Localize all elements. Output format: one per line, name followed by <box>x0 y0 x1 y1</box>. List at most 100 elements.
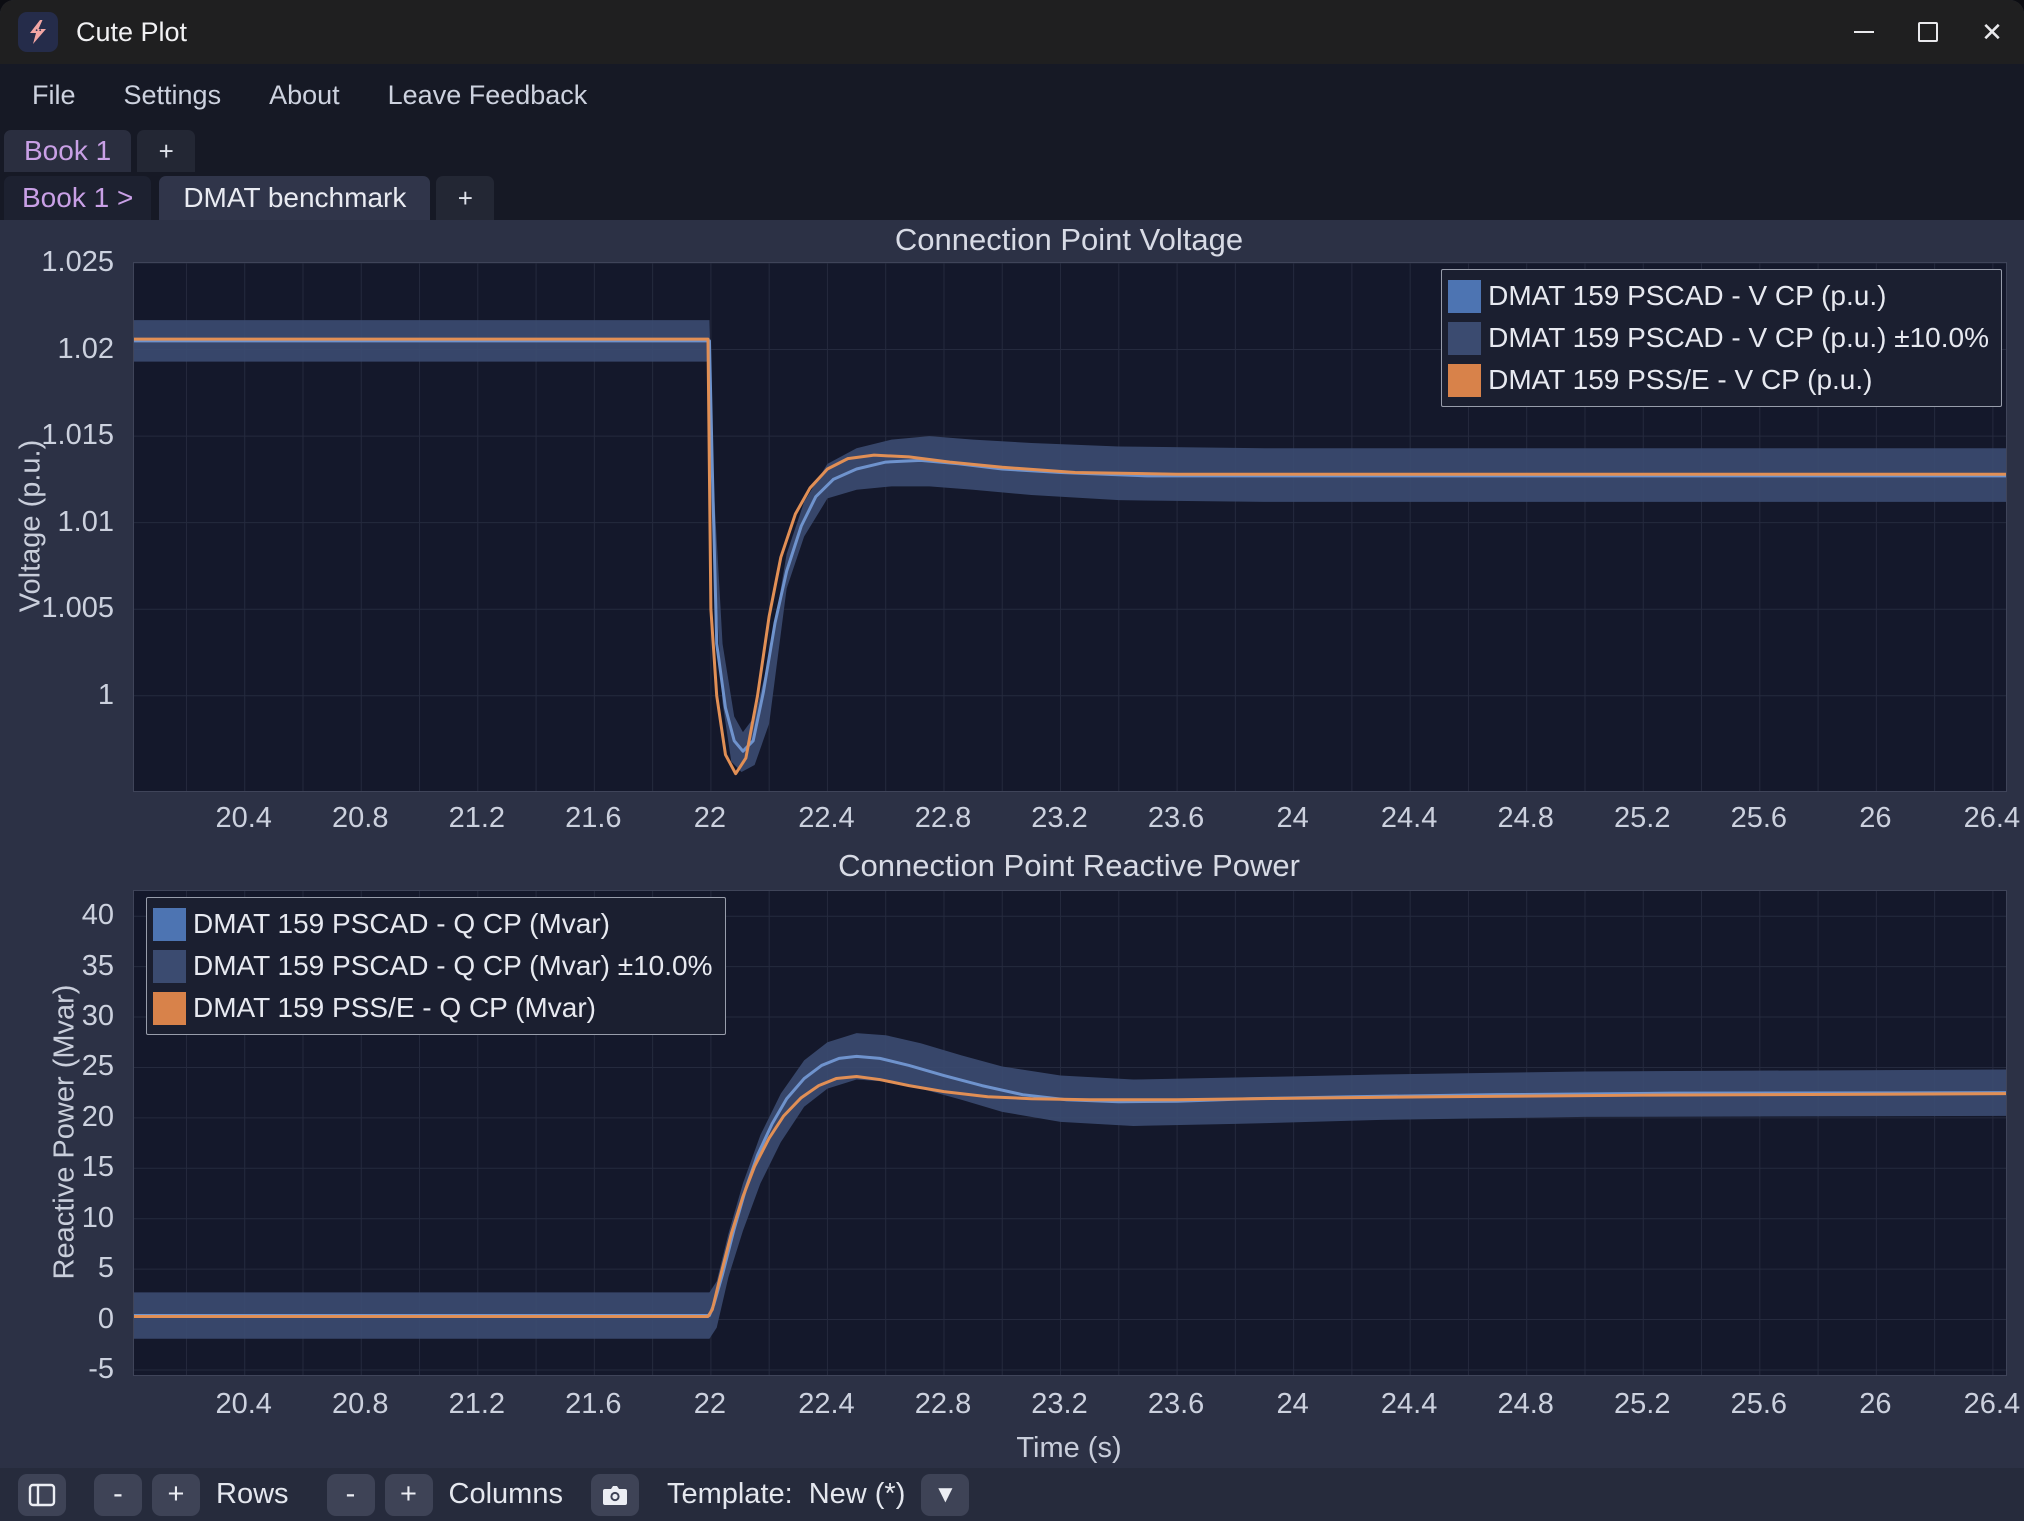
add-row-button[interactable]: + <box>152 1474 200 1516</box>
x-tick-label: 24 <box>1276 802 1308 835</box>
x-tick-label: 22.8 <box>915 1388 971 1421</box>
y-tick-label: 10 <box>0 1201 114 1235</box>
book-tab-bar: Book 1 + <box>0 126 2024 172</box>
legend-swatch <box>153 950 186 983</box>
maximize-icon <box>1918 22 1938 42</box>
minimize-button[interactable] <box>1832 0 1896 64</box>
legend: DMAT 159 PSCAD - V CP (p.u.) DMAT 159 PSC… <box>1441 269 2002 407</box>
legend-entry[interactable]: DMAT 159 PSCAD - V CP (p.u.) <box>1448 275 1989 317</box>
x-tick-label: 25.6 <box>1731 802 1787 835</box>
x-tick-label: 25.2 <box>1614 1388 1670 1421</box>
close-button[interactable]: ✕ <box>1960 0 2024 64</box>
legend-entry[interactable]: DMAT 159 PSCAD - Q CP (Mvar) <box>153 903 713 945</box>
breadcrumb[interactable]: Book 1 > <box>4 176 151 220</box>
tolerance-band <box>134 1033 2006 1339</box>
y-tick-label: 5 <box>0 1251 114 1285</box>
template-label: Template: <box>667 1478 793 1511</box>
x-tick-label: 22.4 <box>798 1388 854 1421</box>
menu-settings[interactable]: Settings <box>124 80 222 111</box>
y-tick-label: 40 <box>0 898 114 932</box>
template-value[interactable]: New (*) <box>809 1478 906 1511</box>
maximize-button[interactable] <box>1896 0 1960 64</box>
menu-file[interactable]: File <box>32 80 76 111</box>
columns-label: Columns <box>449 1478 563 1511</box>
legend-label: DMAT 159 PSCAD - Q CP (Mvar) ±10.0% <box>193 950 713 982</box>
x-tick-label: 20.8 <box>332 1388 388 1421</box>
x-tick-label: 26 <box>1859 802 1891 835</box>
x-tick-label: 24 <box>1276 1388 1308 1421</box>
add-page-button[interactable]: + <box>436 176 494 220</box>
x-tick-label: 25.2 <box>1614 802 1670 835</box>
x-tick-label: 21.2 <box>449 1388 505 1421</box>
y-tick-label: 1 <box>0 678 114 712</box>
toggle-panel-button[interactable] <box>18 1474 66 1516</box>
y-tick-label: -5 <box>0 1352 114 1386</box>
menu-about[interactable]: About <box>269 80 340 111</box>
y-axis-ticks: 11.0051.011.0151.021.025 <box>0 262 124 790</box>
voltage-chart: Connection Point Voltage Voltage (p.u.) … <box>0 220 2024 848</box>
x-tick-label: 24.8 <box>1497 802 1553 835</box>
plot-area: DMAT 159 PSCAD - V CP (p.u.) DMAT 159 PSC… <box>133 262 2007 792</box>
screenshot-button[interactable] <box>591 1474 639 1516</box>
x-tick-label: 21.6 <box>565 1388 621 1421</box>
x-tick-label: 23.2 <box>1031 1388 1087 1421</box>
close-icon: ✕ <box>1981 19 2003 45</box>
y-tick-label: 25 <box>0 1049 114 1083</box>
book-tab[interactable]: Book 1 <box>4 130 131 172</box>
bottom-toolbar: - + Rows - + Columns Template: New (*) ▼ <box>0 1468 2024 1521</box>
x-tick-label: 20.8 <box>332 802 388 835</box>
legend-entry[interactable]: DMAT 159 PSS/E - V CP (p.u.) <box>1448 359 1989 401</box>
legend-label: DMAT 159 PSS/E - Q CP (Mvar) <box>193 992 596 1024</box>
y-tick-label: 35 <box>0 949 114 983</box>
x-tick-label: 24.8 <box>1497 1388 1553 1421</box>
add-book-button[interactable]: + <box>137 130 195 172</box>
minimize-icon <box>1854 31 1874 33</box>
y-tick-label: 1.01 <box>0 505 114 539</box>
lightning-bolt-icon <box>25 19 51 45</box>
x-tick-label: 20.4 <box>215 802 271 835</box>
legend-entry[interactable]: DMAT 159 PSCAD - V CP (p.u.) ±10.0% <box>1448 317 1989 359</box>
remove-column-button[interactable]: - <box>327 1474 375 1516</box>
y-tick-label: 20 <box>0 1100 114 1134</box>
legend-label: DMAT 159 PSCAD - Q CP (Mvar) <box>193 908 610 940</box>
legend-swatch <box>1448 364 1481 397</box>
legend-swatch <box>153 992 186 1025</box>
rows-label: Rows <box>216 1478 289 1511</box>
legend-label: DMAT 159 PSS/E - V CP (p.u.) <box>1488 364 1872 396</box>
legend-swatch <box>1448 322 1481 355</box>
remove-row-button[interactable]: - <box>94 1474 142 1516</box>
add-column-button[interactable]: + <box>385 1474 433 1516</box>
legend-label: DMAT 159 PSCAD - V CP (p.u.) <box>1488 280 1886 312</box>
page-tab-dmat-benchmark[interactable]: DMAT benchmark <box>159 176 430 220</box>
legend-swatch <box>1448 280 1481 313</box>
x-tick-label: 22.8 <box>915 802 971 835</box>
legend-entry[interactable]: DMAT 159 PSCAD - Q CP (Mvar) ±10.0% <box>153 945 713 987</box>
chevron-down-icon: ▼ <box>933 1481 957 1509</box>
template-dropdown-button[interactable]: ▼ <box>921 1474 969 1516</box>
title-bar: Cute Plot ✕ <box>0 0 2024 64</box>
x-tick-label: 24.4 <box>1381 1388 1437 1421</box>
page-tab-bar: Book 1 > DMAT benchmark + <box>0 172 2024 220</box>
x-tick-label: 23.6 <box>1148 1388 1204 1421</box>
legend-label: DMAT 159 PSCAD - V CP (p.u.) ±10.0% <box>1488 322 1989 354</box>
menu-leave-feedback[interactable]: Leave Feedback <box>388 80 588 111</box>
y-tick-label: 15 <box>0 1150 114 1184</box>
window-title: Cute Plot <box>76 17 187 48</box>
x-tick-label: 26.4 <box>1964 1388 2020 1421</box>
y-tick-label: 1.02 <box>0 332 114 366</box>
x-tick-label: 26.4 <box>1964 802 2020 835</box>
x-axis-ticks: 20.420.821.221.62222.422.823.223.62424.4… <box>133 796 2005 836</box>
x-tick-label: 22 <box>694 802 726 835</box>
chart-title: Connection Point Reactive Power <box>133 848 2005 884</box>
y-tick-label: 1.005 <box>0 591 114 625</box>
y-tick-label: 1.015 <box>0 418 114 452</box>
reactive-power-chart: Connection Point Reactive Power Reactive… <box>0 848 2024 1468</box>
y-axis-ticks: -50510152025303540 <box>0 890 124 1374</box>
y-tick-label: 0 <box>0 1302 114 1336</box>
menu-bar: File Settings About Leave Feedback <box>0 64 2024 126</box>
x-tick-label: 21.6 <box>565 802 621 835</box>
window-controls: ✕ <box>1832 0 2024 64</box>
x-tick-label: 20.4 <box>215 1388 271 1421</box>
x-tick-label: 26 <box>1859 1388 1891 1421</box>
legend-entry[interactable]: DMAT 159 PSS/E - Q CP (Mvar) <box>153 987 713 1029</box>
